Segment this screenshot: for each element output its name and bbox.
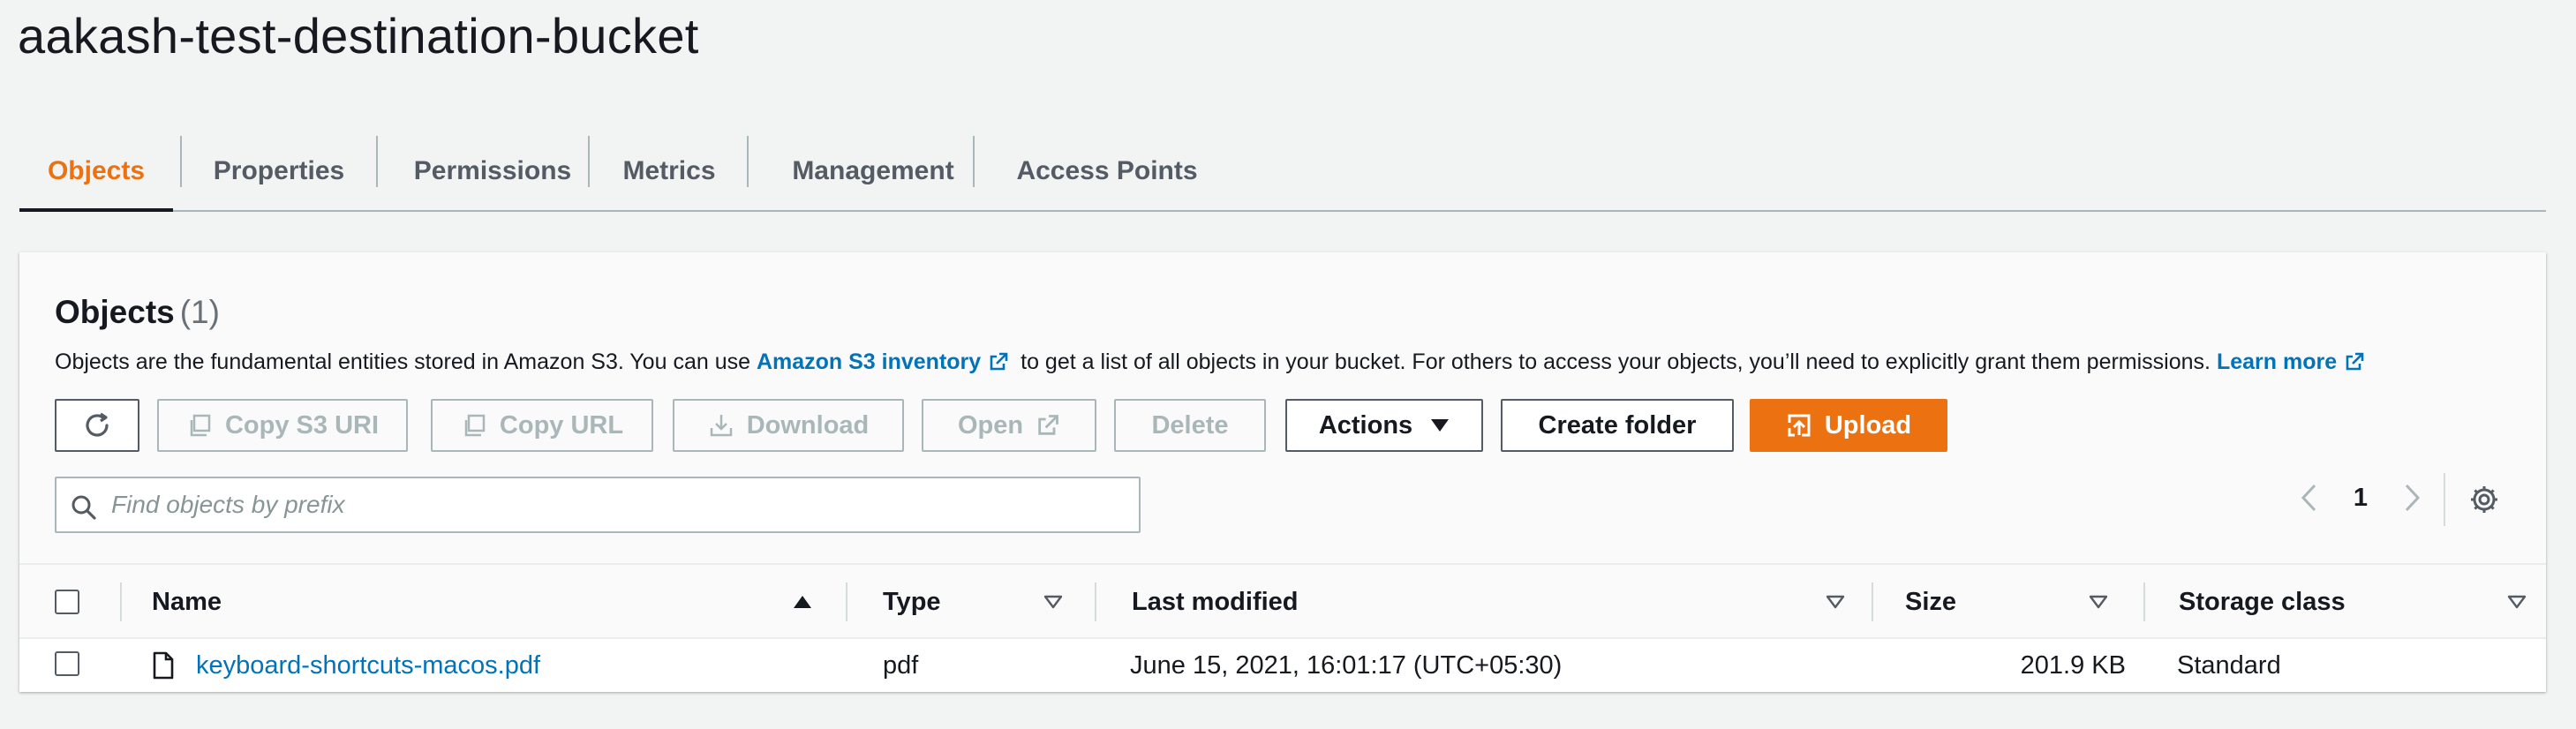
- select-all-checkbox[interactable]: [55, 590, 79, 614]
- create-folder-label: Create folder: [1538, 410, 1697, 440]
- refresh-button[interactable]: [55, 399, 139, 452]
- description-text: Objects are the fundamental entities sto…: [55, 349, 757, 374]
- caret-down-icon: [1431, 419, 1450, 432]
- object-name-link[interactable]: keyboard-shortcuts-macos.pdf: [196, 651, 540, 680]
- open-label: Open: [957, 410, 1024, 440]
- download-label: Download: [746, 410, 870, 440]
- actions-label: Actions: [1318, 410, 1413, 440]
- next-page-icon[interactable]: [2399, 480, 2424, 515]
- object-storage-class-cell: Standard: [2177, 650, 2281, 680]
- table-row: keyboard-shortcuts-macos.pdf pdf June 15…: [19, 639, 2546, 692]
- tab-permissions[interactable]: Permissions: [378, 132, 607, 210]
- objects-description: Objects are the fundamental entities sto…: [55, 349, 2370, 375]
- tab-bar: Objects Properties Permissions Metrics M…: [19, 132, 2546, 212]
- amazon-s3-inventory-link[interactable]: Amazon S3 inventory: [757, 349, 981, 374]
- column-divider: [120, 582, 122, 621]
- tab-objects[interactable]: Objects: [19, 132, 173, 212]
- column-divider: [1872, 582, 1873, 621]
- learn-more-link[interactable]: Learn more: [2217, 349, 2337, 374]
- download-button[interactable]: Download: [673, 399, 904, 452]
- open-button[interactable]: Open: [922, 399, 1096, 452]
- objects-heading: Objects (1): [55, 294, 220, 331]
- column-header-name[interactable]: Name: [152, 565, 222, 639]
- column-header-last-modified[interactable]: Last modified: [1132, 565, 1299, 639]
- gear-icon[interactable]: [2468, 484, 2500, 515]
- object-size-cell: 201.9 KB: [2020, 650, 2126, 680]
- sort-icon[interactable]: [1826, 595, 1845, 609]
- copy-s3-uri-label: Copy S3 URI: [224, 410, 380, 440]
- objects-count: (1): [179, 294, 220, 330]
- objects-panel: Objects (1) Objects are the fundamental e…: [19, 252, 2546, 692]
- external-link-icon: [988, 351, 1009, 372]
- search-input[interactable]: [111, 485, 1118, 524]
- object-last-modified-cell: June 15, 2021, 16:01:17 (UTC+05:30): [1130, 650, 1563, 680]
- upload-label: Upload: [1824, 410, 1912, 440]
- sort-ascending-icon[interactable]: [793, 595, 812, 609]
- object-name-cell: keyboard-shortcuts-macos.pdf: [196, 639, 540, 692]
- page-title: aakash-test-destination-bucket: [18, 8, 699, 64]
- copy-url-label: Copy URL: [499, 410, 624, 440]
- sort-icon[interactable]: [2507, 595, 2527, 609]
- search-icon: [72, 495, 96, 520]
- column-divider: [1095, 582, 1096, 621]
- column-header-size[interactable]: Size: [1905, 565, 1956, 639]
- row-checkbox[interactable]: [55, 651, 79, 676]
- create-folder-button[interactable]: Create folder: [1501, 399, 1734, 452]
- upload-icon: [1788, 414, 1811, 437]
- objects-heading-label: Objects: [55, 294, 175, 330]
- external-link-icon: [1038, 415, 1058, 435]
- external-link-icon: [2344, 351, 2365, 372]
- tab-management[interactable]: Management: [749, 132, 998, 210]
- object-type-cell: pdf: [883, 650, 919, 680]
- table-header: Name Type Last modified Size Storage cla…: [19, 563, 2546, 639]
- column-divider: [846, 582, 847, 621]
- copy-s3-uri-button[interactable]: Copy S3 URI: [157, 399, 408, 452]
- sort-icon[interactable]: [2089, 595, 2108, 609]
- delete-button[interactable]: Delete: [1114, 399, 1266, 452]
- copy-icon: [190, 414, 211, 437]
- previous-page-icon[interactable]: [2297, 480, 2322, 515]
- delete-label: Delete: [1151, 410, 1229, 440]
- refresh-icon: [86, 412, 109, 437]
- tab-access-points[interactable]: Access Points: [975, 132, 1239, 210]
- description-text: to get a list of all objects in your buc…: [1014, 349, 2217, 374]
- tab-properties[interactable]: Properties: [182, 132, 376, 210]
- current-page-number[interactable]: 1: [2350, 484, 2371, 513]
- copy-icon: [464, 414, 486, 437]
- sort-icon[interactable]: [1043, 595, 1063, 609]
- column-header-type[interactable]: Type: [883, 565, 941, 639]
- search-box: [55, 477, 1141, 533]
- download-icon: [710, 415, 732, 437]
- pagination-divider: [2444, 473, 2445, 526]
- actions-dropdown[interactable]: Actions: [1285, 399, 1483, 452]
- column-header-storage-class[interactable]: Storage class: [2179, 565, 2346, 639]
- copy-url-button[interactable]: Copy URL: [431, 399, 653, 452]
- column-divider: [2143, 582, 2145, 621]
- tab-metrics[interactable]: Metrics: [590, 132, 749, 210]
- upload-button[interactable]: Upload: [1750, 399, 1947, 452]
- file-icon: [153, 651, 174, 680]
